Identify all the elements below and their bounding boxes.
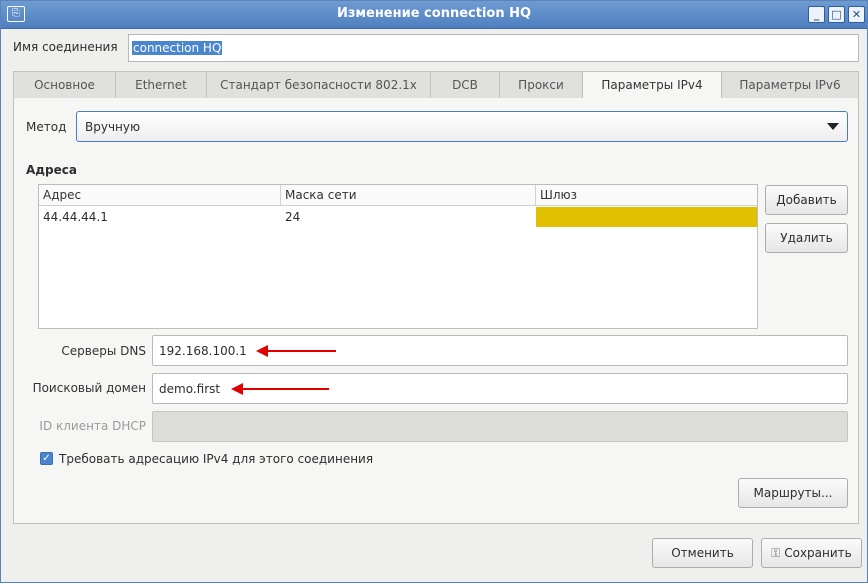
annotation-arrow-search-domain [231,383,329,395]
dhcp-client-id-label: ID клиента DHCP [39,419,146,433]
column-header-gateway[interactable]: Шлюз [536,185,757,206]
search-domain-value: demo.first [159,382,221,396]
connection-name-input[interactable]: connection HQ [128,34,859,62]
dns-servers-value: 192.168.100.1 [159,344,247,358]
annotation-arrow-dns [256,345,336,357]
save-button-label: Сохранить [784,546,852,560]
title-bar[interactable]: ⎘ Изменение connection HQ _ □ ✕ [1,1,867,29]
tab-ipv6-settings[interactable]: Параметры IPv6 [721,71,859,99]
column-header-address[interactable]: Адрес [39,185,281,206]
require-ipv4-label[interactable]: Требовать адресацию IPv4 для этого соеди… [59,452,373,466]
cancel-button[interactable]: Отменить [652,538,753,568]
minimize-icon[interactable]: _ [808,6,825,23]
chevron-down-icon [827,123,839,130]
connection-name-value: connection HQ [132,41,223,55]
tab-ipv4-settings[interactable]: Параметры IPv4 [582,71,722,100]
routes-button[interactable]: Маршруты... [738,478,848,508]
tab-bar: Основное Ethernet Стандарт безопасности … [13,71,859,100]
method-select[interactable]: Вручную [76,111,848,142]
method-label: Метод [26,120,67,134]
connection-name-label: Имя соединения [13,40,118,54]
save-button[interactable]: ⚿ Сохранить [761,538,862,568]
search-domain-label: Поисковый домен [32,381,146,395]
require-ipv4-checkbox[interactable]: ✓ [40,452,53,465]
addresses-table[interactable]: Адрес Маска сети Шлюз 44.44.44.1 24 [38,184,758,329]
edit-connection-dialog: ⎘ Изменение connection HQ _ □ ✕ Имя соед… [0,0,868,583]
table-cell-netmask[interactable]: 24 [281,207,536,227]
tab-general[interactable]: Основное [13,71,116,99]
column-header-netmask[interactable]: Маска сети [281,185,536,206]
tab-proxy[interactable]: Прокси [499,71,583,99]
tab-ethernet[interactable]: Ethernet [115,71,207,99]
close-icon[interactable]: ✕ [848,6,865,23]
remove-address-button[interactable]: Удалить [765,223,848,253]
maximize-icon[interactable]: □ [828,6,845,23]
dhcp-client-id-input [152,411,848,442]
addresses-heading: Адреса [26,163,77,177]
add-address-button[interactable]: Добавить [765,185,848,215]
tab-8021x-security[interactable]: Стандарт безопасности 802.1x [206,71,431,99]
dns-servers-label: Серверы DNS [61,344,146,358]
key-icon: ⚿ [771,546,781,560]
tab-dcb[interactable]: DCB [430,71,500,99]
window-title: Изменение connection HQ [336,6,532,21]
table-cell-gateway[interactable] [536,207,757,227]
table-cell-address[interactable]: 44.44.44.1 [39,207,281,227]
method-value: Вручную [85,120,141,134]
